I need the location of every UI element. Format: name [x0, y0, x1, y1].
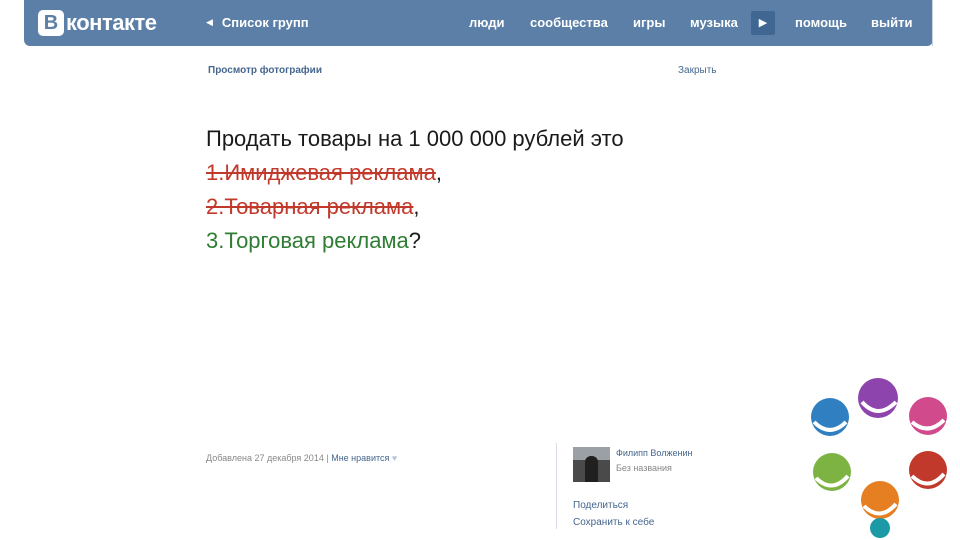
vk-logo-icon: В — [38, 10, 64, 36]
slide-item-2-text: 2.Товарная реклама — [206, 194, 414, 219]
slide-item-1: 1.Имиджевая реклама, — [206, 156, 624, 190]
photo-slide-content: Продать товары на 1 000 000 рублей это 1… — [206, 122, 624, 258]
nav-logout[interactable]: выйти — [871, 15, 912, 30]
save-to-self-link[interactable]: Сохранить к себе — [573, 517, 654, 528]
meta-separator: | — [326, 453, 329, 463]
photo-meta: Добавлена 27 декабря 2014 | Мне нравится… — [206, 453, 397, 463]
back-link-label: Список групп — [221, 15, 309, 30]
album-name-link[interactable]: Без названия — [616, 463, 672, 473]
added-date: Добавлена 27 декабря 2014 — [206, 453, 324, 463]
logo-text: контакте — [66, 10, 157, 35]
close-viewer-link[interactable]: Закрыть — [678, 65, 717, 76]
teal-circle — [870, 518, 890, 538]
owner-name-link[interactable]: Филипп Волженин — [616, 448, 692, 458]
back-triangle-icon: ◀ — [206, 17, 213, 27]
nav-help[interactable]: помощь — [795, 15, 847, 30]
decorative-circles-logo-icon — [811, 378, 947, 538]
avatar-figure — [585, 456, 598, 482]
heart-icon[interactable]: ♥ — [392, 453, 397, 463]
slide-heading: Продать товары на 1 000 000 рублей это — [206, 126, 624, 151]
like-link[interactable]: Мне нравится — [331, 453, 389, 463]
column-divider — [556, 443, 557, 529]
header-edge-line — [932, 0, 933, 46]
owner-avatar[interactable] — [573, 447, 610, 482]
top-navigation-bar: В контакте ◀ Список групп люди сообществ… — [24, 0, 933, 46]
share-link[interactable]: Поделиться — [573, 500, 628, 511]
slide-comma-1: , — [435, 160, 442, 185]
photo-viewer-title: Просмотр фотографии — [208, 65, 322, 76]
nav-people[interactable]: люди — [469, 15, 504, 30]
nav-music[interactable]: музыка — [690, 15, 738, 30]
slide-comma-2: , — [413, 194, 420, 219]
slide-item-3: 3.Торговая реклама? — [206, 224, 624, 258]
slide-item-2: 2.Товарная реклама, — [206, 190, 624, 224]
nav-games[interactable]: игры — [633, 15, 665, 30]
music-play-button[interactable]: ▶ — [751, 11, 775, 35]
nav-communities[interactable]: сообщества — [530, 15, 608, 30]
slide-question: ? — [408, 228, 422, 253]
slide-item-1-text: 1.Имиджевая реклама — [206, 160, 436, 185]
play-icon: ▶ — [758, 17, 768, 29]
vk-logo[interactable]: В контакте — [38, 10, 157, 36]
slide-item-3-text: 3.Торговая реклама — [206, 228, 409, 253]
back-to-groups-link[interactable]: ◀ Список групп — [206, 15, 309, 30]
